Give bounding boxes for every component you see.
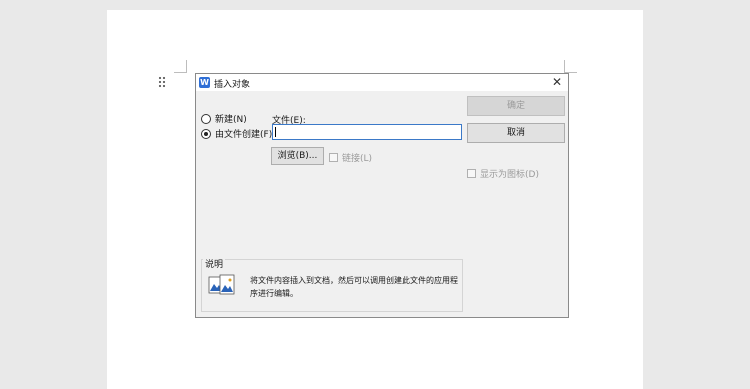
radio-from-file-label: 由文件创建(F) — [215, 130, 273, 140]
radio-from-file[interactable]: 由文件创建(F) — [201, 127, 272, 140]
document-pictures-icon — [208, 274, 235, 295]
close-icon[interactable]: ✕ — [550, 75, 564, 89]
description-title: 说明 — [203, 257, 226, 270]
text-caret — [275, 127, 276, 137]
browse-button[interactable]: 浏览(B)... — [271, 147, 324, 165]
radio-new-circle[interactable] — [201, 113, 211, 124]
radio-from-file-circle[interactable] — [201, 128, 211, 139]
link-checkbox[interactable]: 链接(L) — [329, 151, 372, 164]
show-as-icon-checkbox-box[interactable] — [467, 169, 476, 178]
description-text: 将文件内容插入到文档，然后可以调用创建此文件的应用程序进行编辑。 — [250, 276, 458, 298]
show-as-icon-label: 显示为图标(D) — [480, 170, 539, 180]
cancel-button[interactable]: 取消 — [467, 123, 565, 143]
wps-writer-icon: W — [199, 77, 210, 88]
dialog-titlebar[interactable]: W 插入对象 ✕ — [196, 74, 568, 91]
link-checkbox-label: 链接(L) — [342, 154, 373, 164]
file-path-input[interactable] — [272, 124, 462, 140]
radio-new-label: 新建(N) — [215, 115, 247, 125]
crop-mark-top-left — [174, 60, 187, 73]
dialog-title: 插入对象 — [214, 80, 251, 90]
crop-mark-top-right — [564, 60, 577, 73]
ok-button[interactable]: 确定 — [467, 96, 565, 116]
radio-new[interactable]: 新建(N) — [201, 112, 247, 125]
link-checkbox-box[interactable] — [329, 153, 338, 162]
show-as-icon-checkbox[interactable]: 显示为图标(D) — [467, 167, 539, 180]
drag-handle-icon[interactable] — [158, 76, 166, 88]
insert-object-dialog: W 插入对象 ✕ 新建(N) 由文件创建(F) 文件(E): 浏览(B)... … — [195, 73, 569, 318]
